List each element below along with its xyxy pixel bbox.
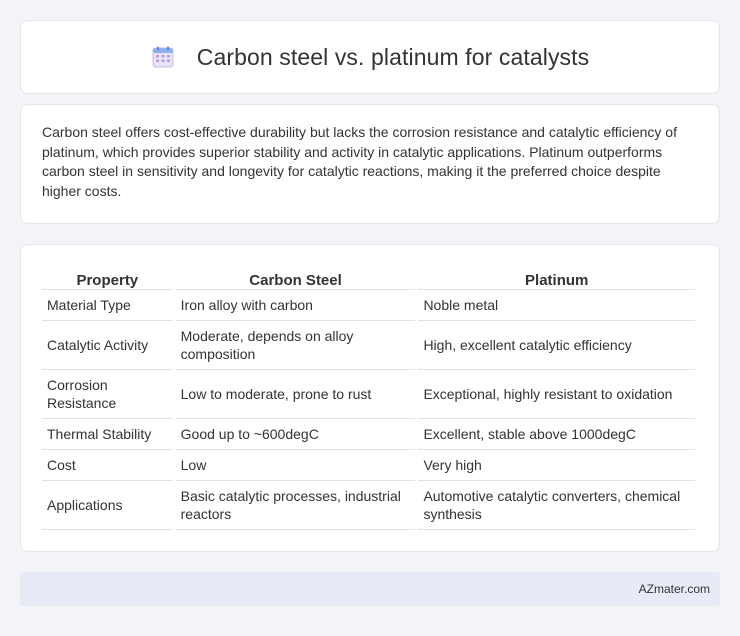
platinum-cell: Noble metal (418, 290, 695, 321)
platinum-cell: High, excellent catalytic efficiency (418, 321, 695, 370)
row-property-cell: Corrosion Resistance (42, 370, 173, 419)
comparison-table: Property Carbon Steel Platinum Material … (39, 265, 698, 530)
table-row: Applications Basic catalytic processes, … (42, 481, 695, 530)
table-row: Thermal Stability Good up to ~600degC Ex… (42, 419, 695, 450)
row-property-cell: Material Type (42, 290, 173, 321)
row-property-cell: Cost (42, 450, 173, 481)
platinum-cell: Excellent, stable above 1000degC (418, 419, 695, 450)
table-row: Material Type Iron alloy with carbon Nob… (42, 290, 695, 321)
header-carbon-steel: Carbon Steel (175, 265, 416, 290)
carbon-steel-cell: Good up to ~600degC (175, 419, 416, 450)
carbon-steel-cell: Moderate, depends on alloy composition (175, 321, 416, 370)
title-card: Carbon steel vs. platinum for catalysts (20, 20, 720, 94)
row-property-cell: Catalytic Activity (42, 321, 173, 370)
row-property-cell: Thermal Stability (42, 419, 173, 450)
carbon-steel-cell: Basic catalytic processes, industrial re… (175, 481, 416, 530)
table-header-row: Property Carbon Steel Platinum (42, 265, 695, 290)
comparison-card: Property Carbon Steel Platinum Material … (20, 244, 720, 552)
page-title: Carbon steel vs. platinum for catalysts (196, 43, 590, 70)
calendar-icon (152, 46, 174, 68)
platinum-cell: Exceptional, highly resistant to oxidati… (418, 370, 695, 419)
table-row: Catalytic Activity Moderate, depends on … (42, 321, 695, 370)
carbon-steel-cell: Low (175, 450, 416, 481)
header-platinum: Platinum (418, 265, 695, 290)
table-row: Cost Low Very high (42, 450, 695, 481)
platinum-cell: Automotive catalytic converters, chemica… (418, 481, 695, 530)
footer: AZmater.com (20, 572, 720, 606)
platinum-cell: Very high (418, 450, 695, 481)
footer-brand[interactable]: AZmater.com (639, 582, 710, 596)
summary-card: Carbon steel offers cost-effective durab… (20, 104, 720, 224)
header-property: Property (42, 265, 173, 290)
title-wrap: Carbon steel vs. platinum for catalysts (151, 44, 590, 71)
table-row: Corrosion Resistance Low to moderate, pr… (42, 370, 695, 419)
carbon-steel-cell: Iron alloy with carbon (175, 290, 416, 321)
carbon-steel-cell: Low to moderate, prone to rust (175, 370, 416, 419)
row-property-cell: Applications (42, 481, 173, 530)
summary-text: Carbon steel offers cost-effective durab… (42, 124, 677, 199)
